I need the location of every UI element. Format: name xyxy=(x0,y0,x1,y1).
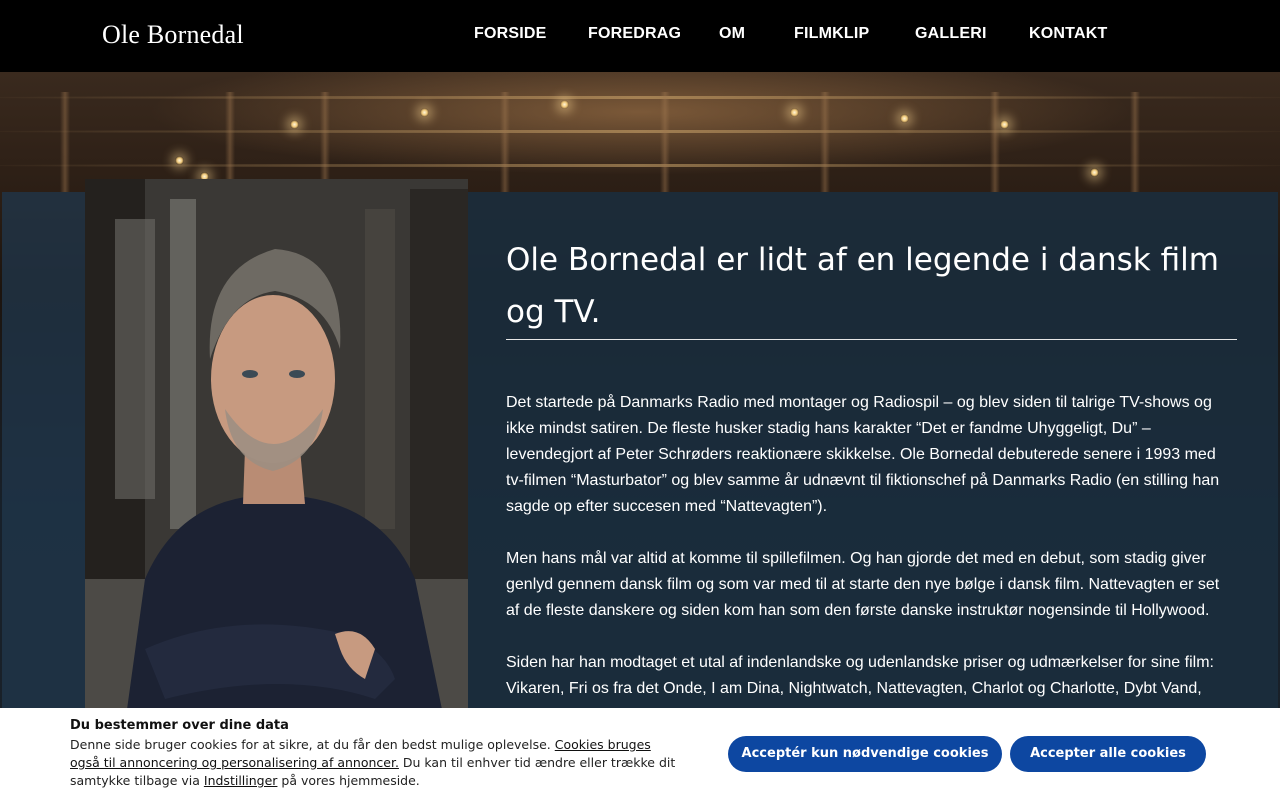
balcony-rail xyxy=(0,164,1280,167)
background-overlay-strip xyxy=(2,192,85,722)
cookie-settings-link[interactable]: Indstillinger xyxy=(204,773,278,788)
site-header: Ole Bornedal FORSIDE FOREDRAG OM FILMKLI… xyxy=(0,0,1280,72)
accept-necessary-cookies-button[interactable]: Acceptér kun nødvendige cookies xyxy=(728,736,1002,772)
portrait-photo xyxy=(85,179,468,724)
balcony-pillar xyxy=(660,92,670,192)
theater-lamp xyxy=(290,120,299,129)
balcony-pillar xyxy=(820,92,830,192)
balcony-rail xyxy=(0,96,1280,99)
bio-panel: Ole Bornedal er lidt af en legende i dan… xyxy=(468,192,1278,722)
theater-lamp xyxy=(175,156,184,165)
balcony-pillar xyxy=(1130,92,1140,192)
cookie-consent-bar: Du bestemmer over dine data Denne side b… xyxy=(0,708,1280,800)
heading-divider xyxy=(506,339,1237,340)
bio-paragraph-1: Det startede på Danmarks Radio med monta… xyxy=(506,394,1220,515)
theater-lamp xyxy=(1090,168,1099,177)
bio-heading: Ole Bornedal er lidt af en legende i dan… xyxy=(506,242,1219,330)
site-logo[interactable]: Ole Bornedal xyxy=(102,20,244,50)
nav-forside[interactable]: FORSIDE xyxy=(474,25,547,43)
balcony-pillar xyxy=(990,92,1000,192)
cookie-text-part: på vores hjemmeside. xyxy=(277,773,420,788)
theater-lamp xyxy=(1000,120,1009,129)
theater-lamp xyxy=(560,100,569,109)
nav-filmklip[interactable]: FILMKLIP xyxy=(794,25,869,43)
balcony-pillar xyxy=(60,92,70,192)
balcony-rail xyxy=(0,130,1280,133)
cookie-text-part: Denne side bruger cookies for at sikre, … xyxy=(70,737,555,752)
theater-lamp xyxy=(790,108,799,117)
nav-om[interactable]: OM xyxy=(719,25,745,43)
balcony-pillar xyxy=(500,92,510,192)
nav-foredrag[interactable]: FOREDRAG xyxy=(588,25,681,43)
bio-paragraph-3: Siden har han modtaget et utal af indenl… xyxy=(506,654,1214,697)
balcony-pillar xyxy=(320,92,330,192)
bio-paragraph-2: Men hans mål var altid at komme til spil… xyxy=(506,550,1220,619)
balcony-pillar xyxy=(225,92,235,192)
accept-all-cookies-button[interactable]: Accepter alle cookies xyxy=(1010,736,1206,772)
cookie-text: Denne side bruger cookies for at sikre, … xyxy=(70,736,682,790)
theater-lamp xyxy=(900,114,909,123)
nav-kontakt[interactable]: KONTAKT xyxy=(1029,25,1107,43)
nav-galleri[interactable]: GALLERI xyxy=(915,25,987,43)
theater-lamp xyxy=(420,108,429,117)
cookie-title: Du bestemmer over dine data xyxy=(70,718,289,733)
